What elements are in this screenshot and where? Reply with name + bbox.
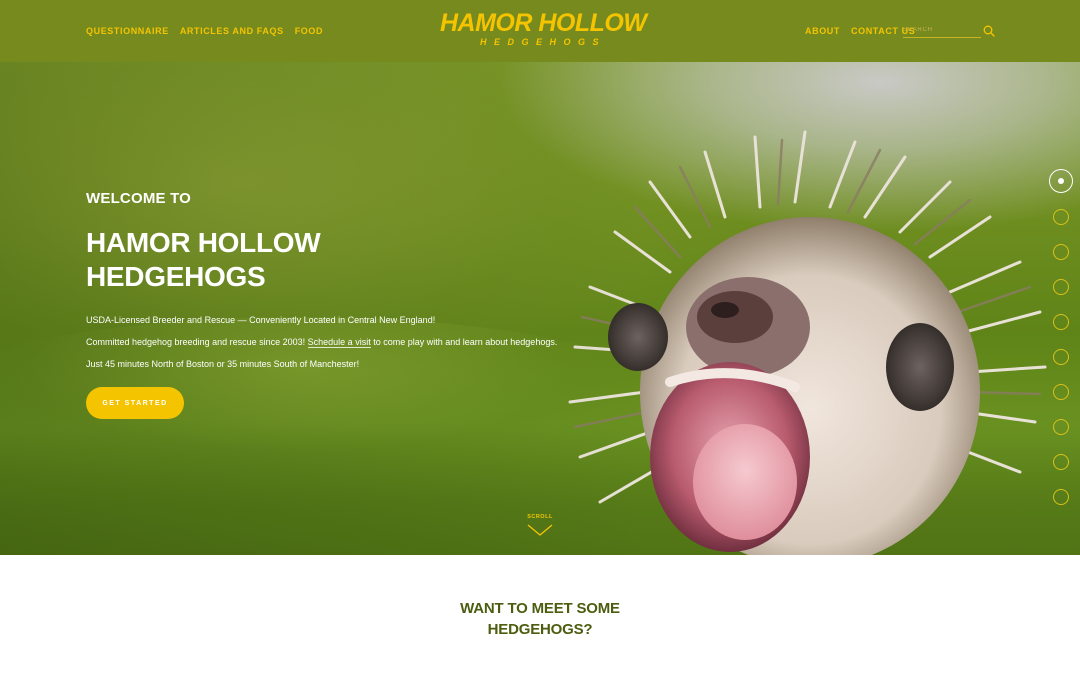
schedule-visit-link[interactable]: Schedule a visit [307, 337, 371, 348]
hero-description: Committed hedgehog breeding and rescue s… [86, 336, 557, 348]
slide-dot-5[interactable] [1053, 314, 1069, 330]
slide-dot-2[interactable] [1053, 209, 1069, 225]
nav-articles-faqs[interactable]: ARTICLES AND FAQS [180, 26, 284, 36]
slide-dot-4[interactable] [1053, 279, 1069, 295]
logo-subtitle: HEDGEHOGS [479, 37, 606, 47]
scroll-label: SCROLL [527, 514, 553, 520]
nav-food[interactable]: FOOD [295, 26, 323, 36]
scroll-indicator[interactable]: SCROLL [520, 514, 560, 536]
slide-dot-10[interactable] [1053, 489, 1069, 505]
primary-nav-right: ABOUT CONTACT US [805, 26, 915, 36]
logo-title: HAMOR HOLLOW [440, 9, 647, 37]
slide-dot-8[interactable] [1053, 419, 1069, 435]
hero-location: Just 45 minutes North of Boston or 35 mi… [86, 359, 360, 369]
hero-welcome: WELCOME TO [86, 190, 192, 207]
slide-dot-9[interactable] [1053, 454, 1069, 470]
hero-title-line-1: HAMOR HOLLOW [86, 227, 321, 258]
meet-hedgehogs-heading: WANT TO MEET SOME HEDGEHOGS? [390, 598, 690, 640]
nav-questionnaire[interactable]: QUESTIONNAIRE [86, 26, 169, 36]
hero-slider: WELCOME TO HAMOR HOLLOW HEDGEHOGS USDA-L… [0, 62, 1080, 555]
slide-dot-3[interactable] [1053, 244, 1069, 260]
meet-hedgehogs-line-2: HEDGEHOGS? [487, 621, 593, 638]
primary-nav-left: QUESTIONNAIRE ARTICLES AND FAQS FOOD [86, 26, 323, 36]
slide-dot-7[interactable] [1053, 384, 1069, 400]
hero-title: HAMOR HOLLOW HEDGEHOGS [86, 226, 386, 294]
search-input[interactable] [903, 23, 981, 38]
hero-description-start: Committed hedgehog breeding and rescue s… [86, 337, 308, 347]
hero-title-line-2: HEDGEHOGS [86, 261, 266, 292]
search-box [903, 23, 995, 39]
site-logo[interactable]: HAMOR HOLLOW HEDGEHOGS [440, 9, 647, 48]
hero-description-end: to come play with and learn about hedgeh… [370, 337, 558, 347]
nav-about[interactable]: ABOUT [805, 26, 840, 36]
slide-dot-6[interactable] [1053, 349, 1069, 365]
search-icon[interactable] [983, 25, 995, 37]
get-started-button[interactable]: GET STARTED [86, 387, 184, 419]
slide-dot-1[interactable] [1049, 169, 1073, 193]
chevron-down-icon [527, 524, 553, 536]
site-header: QUESTIONNAIRE ARTICLES AND FAQS FOOD HAM… [0, 0, 1080, 62]
meet-hedgehogs-line-1: WANT TO MEET SOME [460, 600, 620, 617]
hero-tagline: USDA-Licensed Breeder and Rescue — Conve… [86, 315, 436, 325]
hero-overlay [0, 62, 1080, 555]
